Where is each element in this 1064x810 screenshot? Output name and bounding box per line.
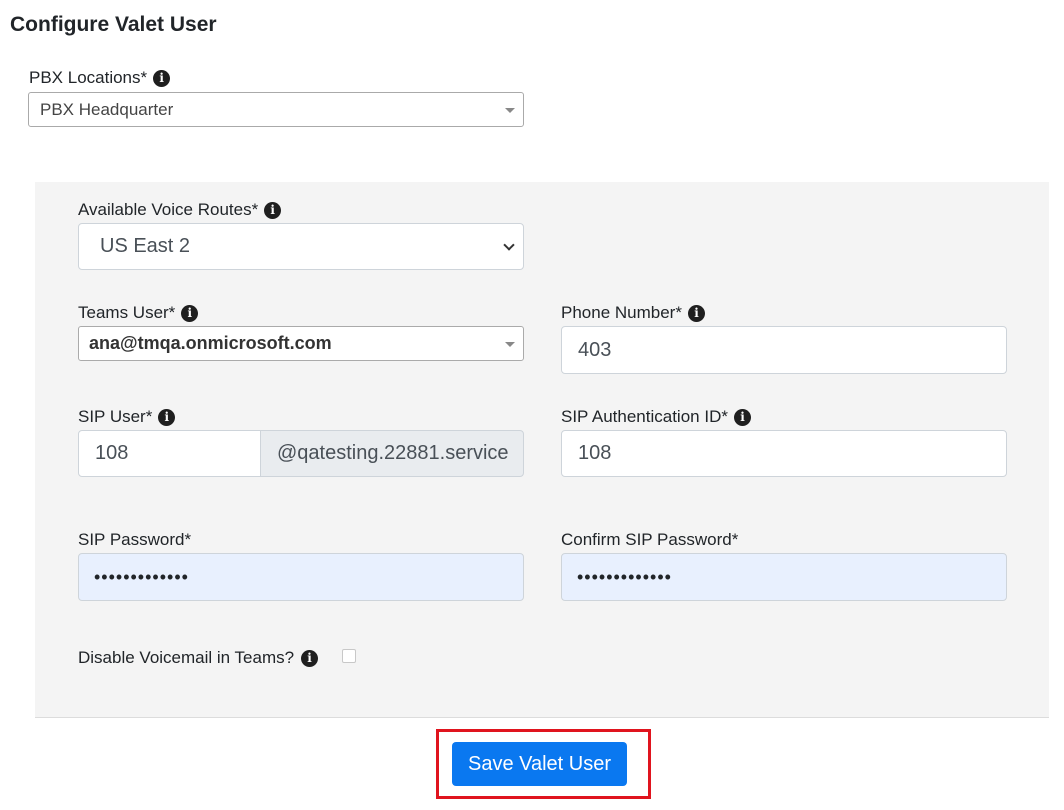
info-icon[interactable]: i <box>733 408 751 426</box>
phone-number-value: 403 <box>578 338 612 361</box>
voice-routes-label-text: Available Voice Routes* <box>78 200 259 219</box>
disable-voicemail-label-text: Disable Voicemail in Teams? <box>78 648 295 667</box>
caret-down-icon <box>505 341 515 347</box>
confirm-sip-password-label-text: Confirm SIP Password* <box>561 530 739 549</box>
voice-routes-label: Available Voice Routes* i <box>78 200 282 220</box>
confirm-sip-password-label: Confirm SIP Password* <box>561 530 738 550</box>
sip-user-value: 108 <box>95 442 129 464</box>
save-valet-user-button[interactable]: Save Valet User <box>452 742 627 786</box>
sip-user-label-text: SIP User* <box>78 407 153 426</box>
chevron-down-icon <box>503 238 515 251</box>
sip-password-label-text: SIP Password* <box>78 530 192 549</box>
phone-number-input[interactable]: 403 <box>561 326 1007 374</box>
voice-routes-value: US East 2 <box>100 235 191 257</box>
sip-password-input[interactable]: ••••••••••••• <box>78 553 524 601</box>
sip-user-label: SIP User* i <box>78 407 176 427</box>
pbx-locations-select[interactable]: PBX Headquarter <box>28 92 524 127</box>
sip-password-value: ••••••••••••• <box>94 566 189 587</box>
voice-routes-select[interactable]: US East 2 <box>78 223 524 270</box>
info-icon[interactable]: i <box>158 408 176 426</box>
sip-user-input[interactable]: 108 <box>78 430 261 477</box>
caret-down-icon <box>505 107 515 113</box>
teams-user-label: Teams User* i <box>78 303 199 323</box>
disable-voicemail-checkbox[interactable] <box>342 649 356 663</box>
pbx-locations-label: PBX Locations* i <box>29 68 171 88</box>
pbx-locations-value: PBX Headquarter <box>40 99 174 119</box>
info-icon[interactable]: i <box>687 304 705 322</box>
pbx-locations-label-text: PBX Locations* <box>29 68 148 87</box>
info-icon[interactable]: i <box>264 201 282 219</box>
sip-domain-addon: @qatesting.22881.service <box>260 430 524 477</box>
info-icon[interactable]: i <box>301 649 319 667</box>
confirm-sip-password-input[interactable]: ••••••••••••• <box>561 553 1007 601</box>
sip-password-label: SIP Password* <box>78 530 191 550</box>
info-icon[interactable]: i <box>153 69 171 87</box>
sip-auth-id-label-text: SIP Authentication ID* <box>561 407 728 426</box>
teams-user-label-text: Teams User* <box>78 303 176 322</box>
sip-domain-suffix: @qatesting.22881.service <box>277 442 509 464</box>
confirm-sip-password-value: ••••••••••••• <box>577 566 672 587</box>
phone-number-label-text: Phone Number* <box>561 303 682 322</box>
disable-voicemail-label: Disable Voicemail in Teams? i <box>78 648 319 668</box>
info-icon[interactable]: i <box>181 304 199 322</box>
teams-user-value: ana@tmqa.onmicrosoft.com <box>89 333 332 353</box>
page-title: Configure Valet User <box>10 13 217 36</box>
phone-number-label: Phone Number* i <box>561 303 705 323</box>
sip-auth-id-input[interactable]: 108 <box>561 430 1007 477</box>
teams-user-select[interactable]: ana@tmqa.onmicrosoft.com <box>78 326 524 361</box>
sip-auth-id-value: 108 <box>578 442 612 464</box>
sip-auth-id-label: SIP Authentication ID* i <box>561 407 751 427</box>
